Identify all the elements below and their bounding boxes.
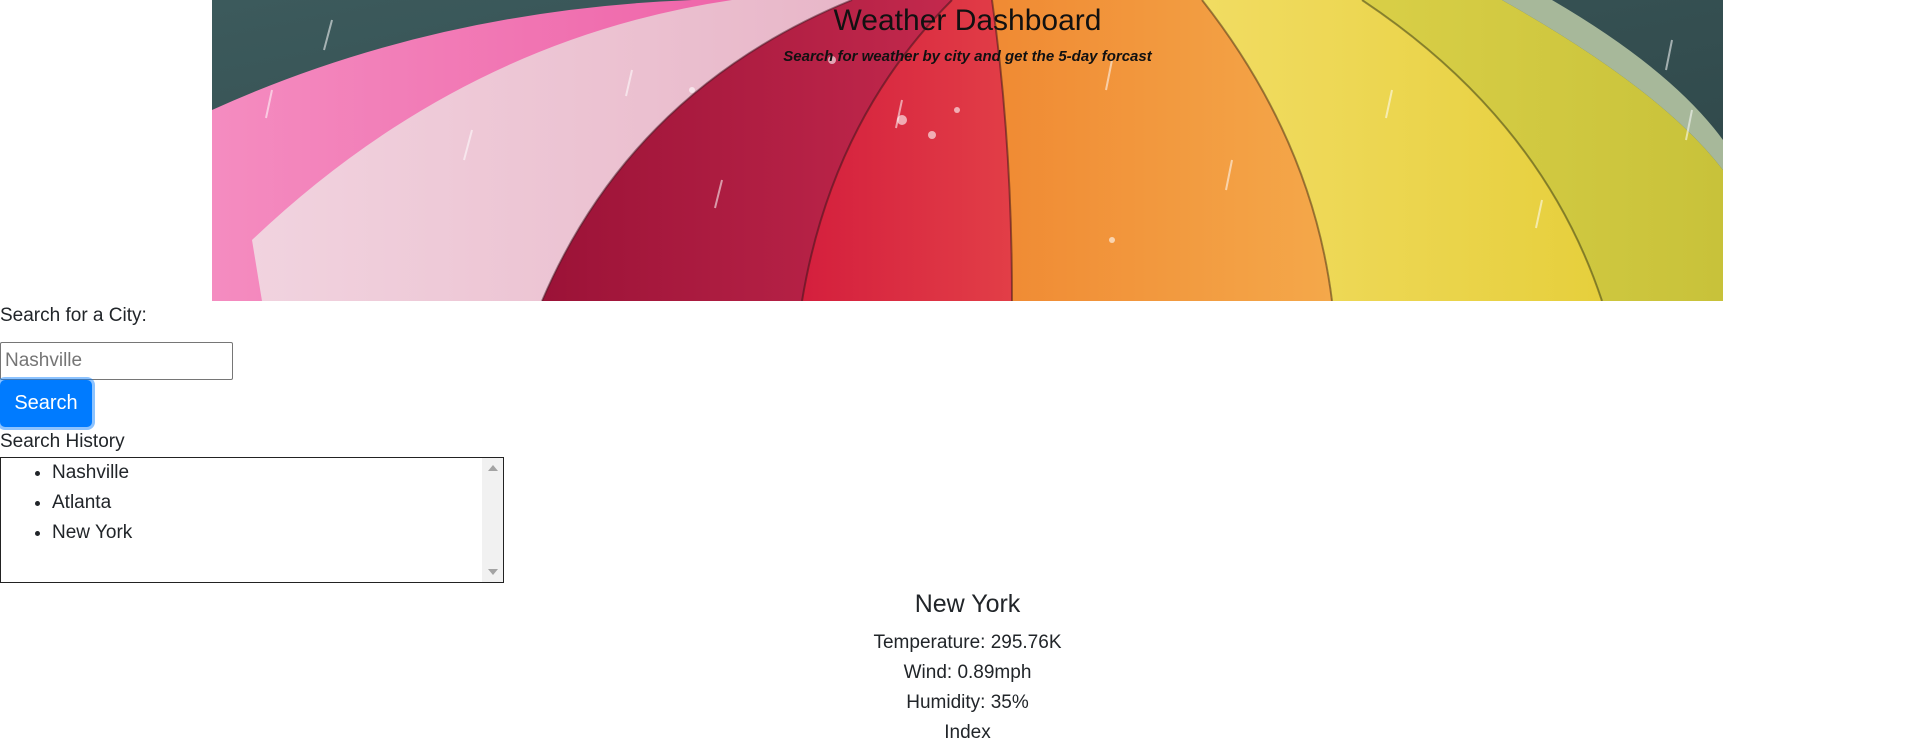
header-banner: Weather Dashboard Search for weather by … [212,0,1723,301]
wind-text: Wind: 0.89mph [903,662,1032,683]
scroll-up-arrow-icon[interactable] [488,465,498,471]
history-item[interactable]: Nashville [52,458,503,488]
city-search-input[interactable] [0,342,233,380]
current-weather: New York Temperature: 295.76K Wind: 0.89… [0,582,1920,748]
search-label: Search for a City: [0,305,147,326]
scroll-down-arrow-icon[interactable] [488,569,498,575]
search-history-list-box[interactable]: Nashville Atlanta New York [0,457,504,583]
uv-index-text: Index [944,722,991,743]
page-title: Weather Dashboard [833,4,1102,37]
temperature-text: Temperature: 295.76K [873,632,1062,653]
humidity-text: Humidity: 35% [906,692,1029,713]
history-item[interactable]: Atlanta [52,488,503,518]
search-history-label: Search History [0,431,125,452]
history-scrollbar[interactable] [482,458,503,582]
page-subtitle: Search for weather by city and get the 5… [783,48,1152,65]
search-history-list: Nashville Atlanta New York [1,458,503,548]
umbrella-banner-image [212,0,1723,301]
search-button[interactable]: Search [0,380,92,427]
history-item[interactable]: New York [52,518,503,548]
current-city-name: New York [914,590,1021,618]
